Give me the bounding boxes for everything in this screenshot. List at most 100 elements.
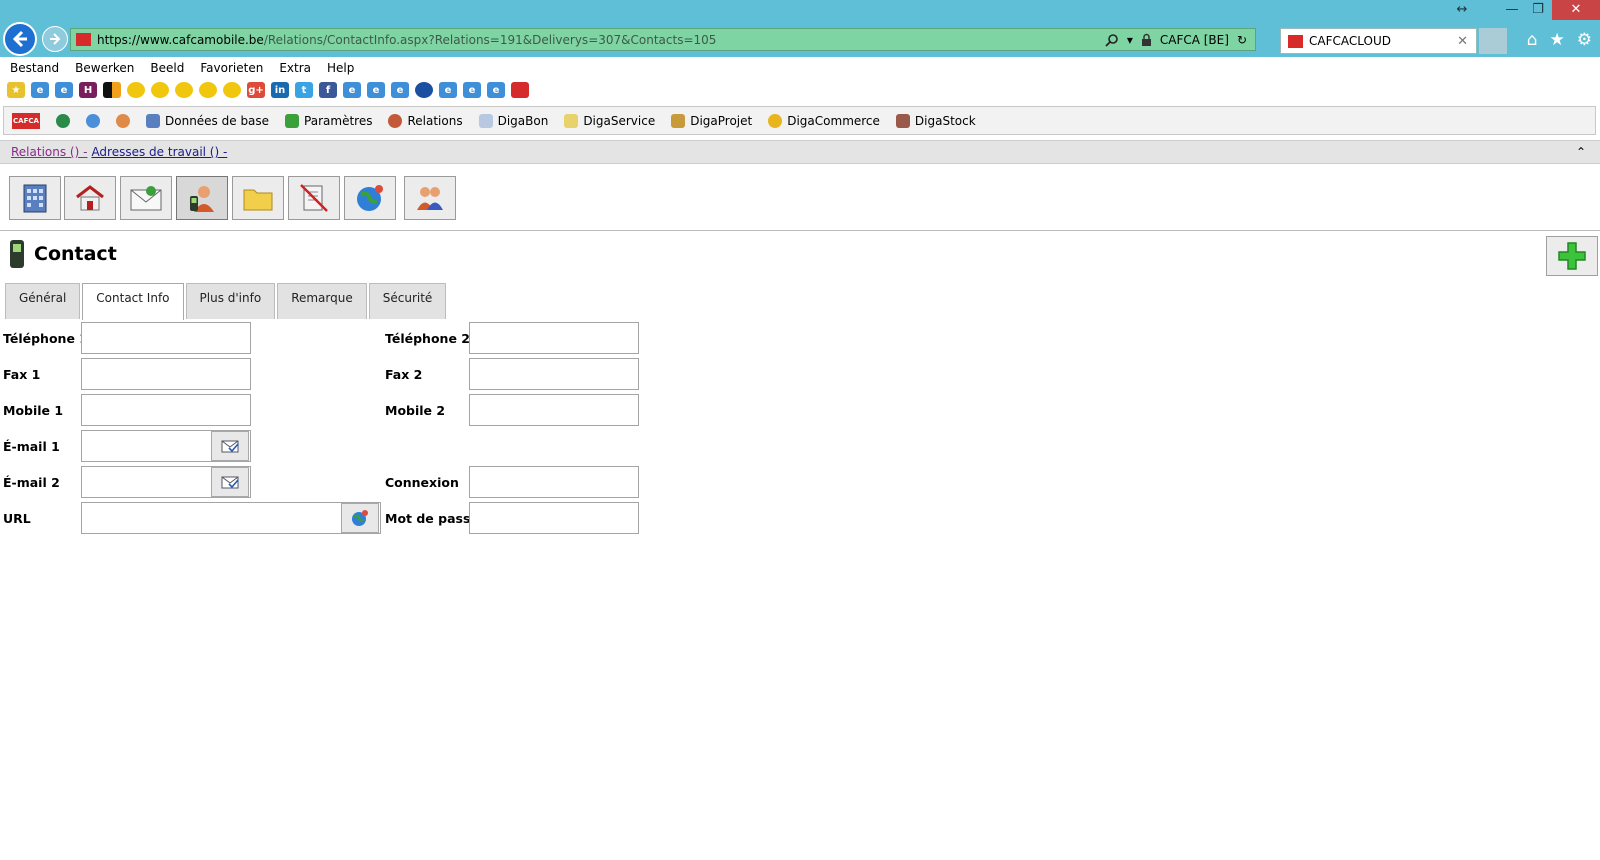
menu-beeld[interactable]: Beeld [150, 61, 184, 75]
yellow-link-icon[interactable] [127, 82, 145, 98]
menu-digacommerce[interactable]: DigaCommerce [768, 113, 880, 128]
tab-title: CAFCACLOUD [1309, 34, 1391, 48]
close-tab-icon[interactable]: ✕ [1457, 34, 1468, 49]
cafca-logo[interactable]: CAFCA [12, 112, 40, 129]
company-button[interactable] [9, 176, 61, 220]
mobile1-input[interactable] [81, 394, 251, 426]
mobile2-label: Mobile 2 [385, 403, 446, 418]
h-link-icon[interactable]: H [79, 82, 97, 98]
contact-button[interactable] [176, 176, 228, 220]
ie-link-icon[interactable]: e [439, 82, 457, 98]
menu-digastock[interactable]: DigaStock [895, 113, 976, 128]
tab-contact-info[interactable]: Contact Info [82, 283, 184, 320]
fax1-input[interactable] [81, 358, 251, 390]
phone2-input[interactable] [469, 322, 639, 354]
menu-help[interactable]: Help [327, 61, 354, 75]
menu-digabon[interactable]: DigaBon [478, 113, 548, 128]
ie-link-icon[interactable]: e [55, 82, 73, 98]
menu-bestand[interactable]: Bestand [10, 61, 59, 75]
folder-button[interactable] [232, 176, 284, 220]
ie-link-icon[interactable]: e [487, 82, 505, 98]
phone1-input[interactable] [81, 322, 251, 354]
search-icon[interactable] [1105, 33, 1119, 47]
email1-label: É-mail 1 [3, 439, 60, 454]
stock-icon [895, 113, 910, 128]
menu-favorieten[interactable]: Favorieten [200, 61, 263, 75]
refresh-icon[interactable]: ↻ [1237, 33, 1247, 47]
mobile2-input[interactable] [469, 394, 639, 426]
facebook-icon[interactable]: f [319, 82, 337, 98]
folder-icon [243, 189, 273, 211]
new-tab-button[interactable] [1479, 28, 1507, 54]
site-identity[interactable]: CAFCA [BE] [1160, 33, 1229, 47]
menu-bar: Bestand Bewerken Beeld Favorieten Extra … [0, 57, 1600, 78]
yellow-link-icon[interactable] [151, 82, 169, 98]
menu-parametres[interactable]: Paramètres [285, 113, 372, 128]
linkedin-icon[interactable]: in [271, 82, 289, 98]
password-input[interactable] [469, 502, 639, 534]
address-bar[interactable]: https://www.cafcamobile.be /Relations/Co… [70, 28, 1256, 51]
fax2-label: Fax 2 [385, 367, 423, 382]
ie-link-icon[interactable]: e [343, 82, 361, 98]
sync-icon[interactable] [86, 113, 100, 128]
fax2-input[interactable] [469, 358, 639, 390]
ie-link-icon[interactable]: e [367, 82, 385, 98]
delivery-address-button[interactable] [64, 176, 116, 220]
yellow-link-icon[interactable] [223, 82, 241, 98]
breadcrumb-adresses[interactable]: Adresses de travail () - [91, 145, 227, 159]
database-icon [146, 113, 160, 128]
url-domain: https://www.cafcamobile.be [97, 32, 264, 47]
ie-link-icon[interactable]: e [463, 82, 481, 98]
tab-plus-info[interactable]: Plus d'info [185, 283, 276, 319]
menu-bewerken[interactable]: Bewerken [75, 61, 134, 75]
forward-button[interactable] [42, 26, 68, 52]
plus-icon [1558, 242, 1586, 270]
flag-link-icon[interactable] [103, 82, 121, 98]
twitter-icon[interactable]: t [295, 82, 313, 98]
add-button[interactable] [1546, 236, 1598, 276]
page-title: Contact [10, 240, 117, 268]
yellow-link-icon[interactable] [199, 82, 217, 98]
resize-icon[interactable]: ↔ [1442, 0, 1482, 20]
coin-icon [768, 113, 783, 128]
ie-link-icon[interactable]: e [31, 82, 49, 98]
menu-digaprojet[interactable]: DigaProjet [671, 113, 752, 128]
email2-send-button[interactable] [211, 467, 249, 497]
menu-relations[interactable]: Relations [388, 113, 463, 128]
menu-digaservice[interactable]: DigaService [564, 113, 655, 128]
web-button[interactable] [344, 176, 396, 220]
menu-donnees-de-base[interactable]: Données de base [146, 113, 269, 128]
tab-securite[interactable]: Sécurité [368, 283, 447, 319]
google-plus-icon[interactable]: g+ [247, 82, 265, 98]
yellow-link-icon[interactable] [175, 82, 193, 98]
globe-icon[interactable] [56, 113, 70, 128]
email1-send-button[interactable] [211, 431, 249, 461]
browser-tab[interactable]: CAFCACLOUD ✕ [1280, 28, 1477, 54]
tab-general[interactable]: Général [5, 283, 81, 319]
open-url-button[interactable] [341, 503, 379, 533]
building-icon [23, 184, 47, 213]
user-icon[interactable] [116, 113, 130, 128]
ie-link-icon[interactable]: e [391, 82, 409, 98]
no-documents-button[interactable] [288, 176, 340, 220]
url-input[interactable] [81, 502, 381, 534]
browser-titlebar: ↔ — ❐ ✕ https://www.cafcamobile.be /Rela… [0, 0, 1600, 57]
users-button[interactable] [404, 176, 456, 220]
close-window-button[interactable]: ✕ [1552, 0, 1600, 20]
back-button[interactable] [3, 22, 37, 56]
tab-remarque[interactable]: Remarque [277, 283, 367, 319]
breadcrumb-relations[interactable]: Relations () - [11, 145, 87, 159]
globe-link-icon[interactable] [415, 82, 433, 98]
gear-icon[interactable]: ⚙ [1577, 30, 1592, 50]
cafca-link-icon[interactable] [511, 82, 529, 98]
dropdown-arrow-icon[interactable]: ▾ [1127, 33, 1133, 47]
connexion-input[interactable] [469, 466, 639, 498]
collapse-icon[interactable]: ⌃ [1576, 145, 1586, 159]
star-icon[interactable]: ★ [1550, 30, 1565, 50]
menu-extra[interactable]: Extra [279, 61, 311, 75]
lock-icon [1141, 33, 1151, 46]
mail-button[interactable] [120, 176, 172, 220]
home-icon[interactable]: ⌂ [1527, 30, 1538, 50]
add-favorite-icon[interactable]: ★ [7, 82, 25, 98]
app-toolbar: CAFCA Données de base Paramètres Relatio… [3, 106, 1596, 135]
